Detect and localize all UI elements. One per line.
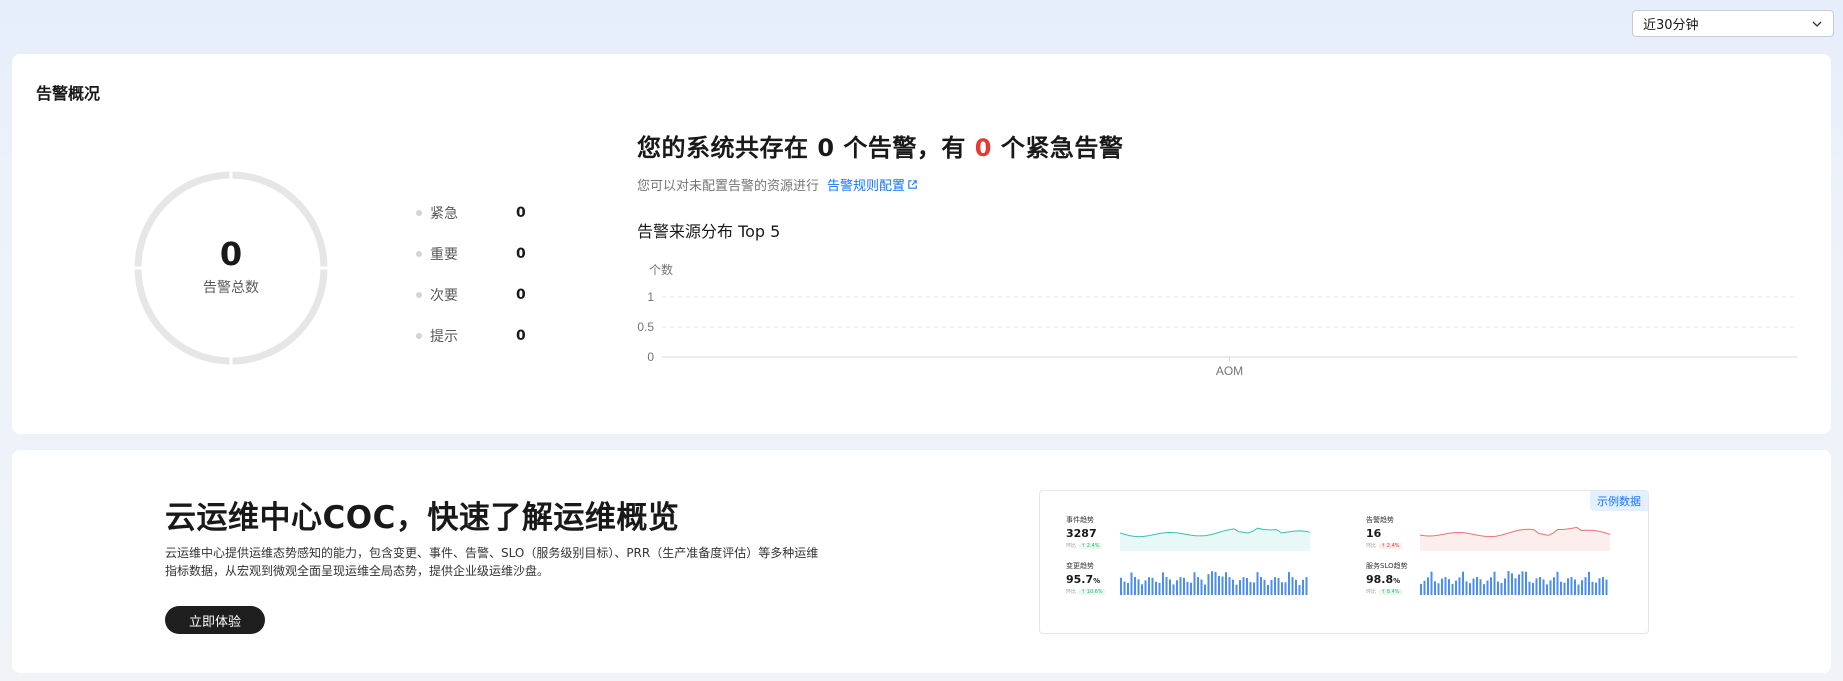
legend-value: 0 — [516, 204, 526, 221]
legend-value: 0 — [516, 245, 526, 262]
promo-description: 云运维中心提供运维态势感知的能力，包含变更、事件、告警、SLO（服务级别目标）、… — [165, 544, 845, 580]
sparkline-chart — [1420, 571, 1608, 595]
headline-text: 个告警，有 — [834, 134, 975, 162]
chevron-down-icon — [1812, 21, 1822, 27]
link-label: 告警规则配置 — [827, 179, 906, 194]
alarm-total-ring: 0 告警总数 — [131, 168, 331, 368]
legend-label: 次要 — [430, 287, 458, 304]
alarm-total-value: 0 — [219, 235, 243, 273]
sparkline-chart — [1120, 571, 1308, 595]
x-tick-label: AOM — [1216, 364, 1243, 378]
alarm-total-label: 告警总数 — [203, 280, 259, 296]
legend-value: 0 — [516, 327, 526, 344]
alarm-level-legend: 紧急 0 重要 0 次要 0 提示 0 — [416, 192, 526, 356]
y-tick-label: 0.5 — [637, 320, 654, 334]
legend-value: 0 — [516, 286, 526, 303]
preview-metric-card: 服务SLO趋势 98.8% 环比 ↑ 8.4% — [1366, 561, 1626, 611]
y-tick-label: 1 — [647, 290, 654, 304]
dot-icon — [416, 291, 422, 298]
promo-desc-line: 指标数据，从宏观到微观全面呈现运维全局态势，提供企业级运维沙盘。 — [165, 564, 550, 578]
dot-icon — [416, 209, 422, 216]
dashboard-preview: 示例数据 事件趋势 3287 环比 ↑ 2.4% 告警趋势 16 环比 ↑ 2.4% 变更趋势 9… — [1039, 490, 1649, 634]
headline-count: 0 — [817, 134, 835, 162]
time-range-value: 近30分钟 — [1643, 18, 1699, 33]
legend-label: 重要 — [430, 246, 458, 263]
y-axis-label: 个数 — [649, 262, 673, 277]
y-tick-label: 0 — [647, 350, 654, 364]
time-range-select[interactable]: 近30分钟 — [1632, 10, 1834, 37]
alarm-source-chart: 个数 1 0.5 0 AOM — [637, 262, 1797, 378]
sparkline-chart — [1420, 526, 1610, 551]
preview-metric-card: 告警趋势 16 环比 ↑ 2.4% — [1366, 515, 1626, 565]
preview-metric-card: 变更趋势 95.7% 环比 ↑ 10.6% — [1066, 561, 1326, 611]
top5-title: 告警来源分布 Top 5 — [637, 222, 781, 241]
external-link-icon — [908, 180, 917, 189]
legend-label: 紧急 — [430, 205, 458, 222]
alarm-summary: 您的系统共存在 0 个告警，有 0 个紧急告警 您可以对未配置告警的资源进行 告… — [637, 128, 1123, 194]
try-now-button[interactable]: 立即体验 — [165, 606, 265, 634]
preview-metric-card: 事件趋势 3287 环比 ↑ 2.4% — [1066, 515, 1326, 565]
headline-urgent-count: 0 — [974, 134, 992, 162]
coc-promo-card: 云运维中心COC，快速了解运维概览 云运维中心提供运维态势感知的能力，包含变更、… — [12, 450, 1831, 673]
legend-item-minor: 次要 0 — [416, 274, 526, 315]
legend-item-critical: 紧急 0 — [416, 192, 526, 233]
alarm-rule-config-link[interactable]: 告警规则配置 — [827, 175, 918, 194]
headline-text: 个紧急告警 — [991, 134, 1124, 162]
dot-icon — [416, 332, 422, 339]
card-title: 告警概况 — [36, 84, 101, 103]
legend-label: 提示 — [430, 328, 458, 345]
sample-data-badge: 示例数据 — [1590, 491, 1648, 511]
legend-item-major: 重要 0 — [416, 233, 526, 274]
promo-desc-line: 云运维中心提供运维态势感知的能力，包含变更、事件、告警、SLO（服务级别目标）、… — [165, 546, 819, 560]
sparkline-chart — [1120, 527, 1310, 551]
dot-icon — [416, 250, 422, 257]
alarm-subline: 您可以对未配置告警的资源进行 告警规则配置 — [637, 175, 1123, 194]
subline-text: 您可以对未配置告警的资源进行 — [637, 179, 820, 194]
legend-item-info: 提示 0 — [416, 315, 526, 356]
alarm-headline: 您的系统共存在 0 个告警，有 0 个紧急告警 — [637, 128, 1123, 163]
alarm-overview-card: 告警概况 0 告警总数 紧急 0 重要 0 次要 0 提示 0 您的系统共存在 … — [12, 54, 1831, 434]
headline-text: 您的系统共存在 — [637, 134, 818, 162]
promo-title: 云运维中心COC，快速了解运维概览 — [165, 500, 680, 536]
